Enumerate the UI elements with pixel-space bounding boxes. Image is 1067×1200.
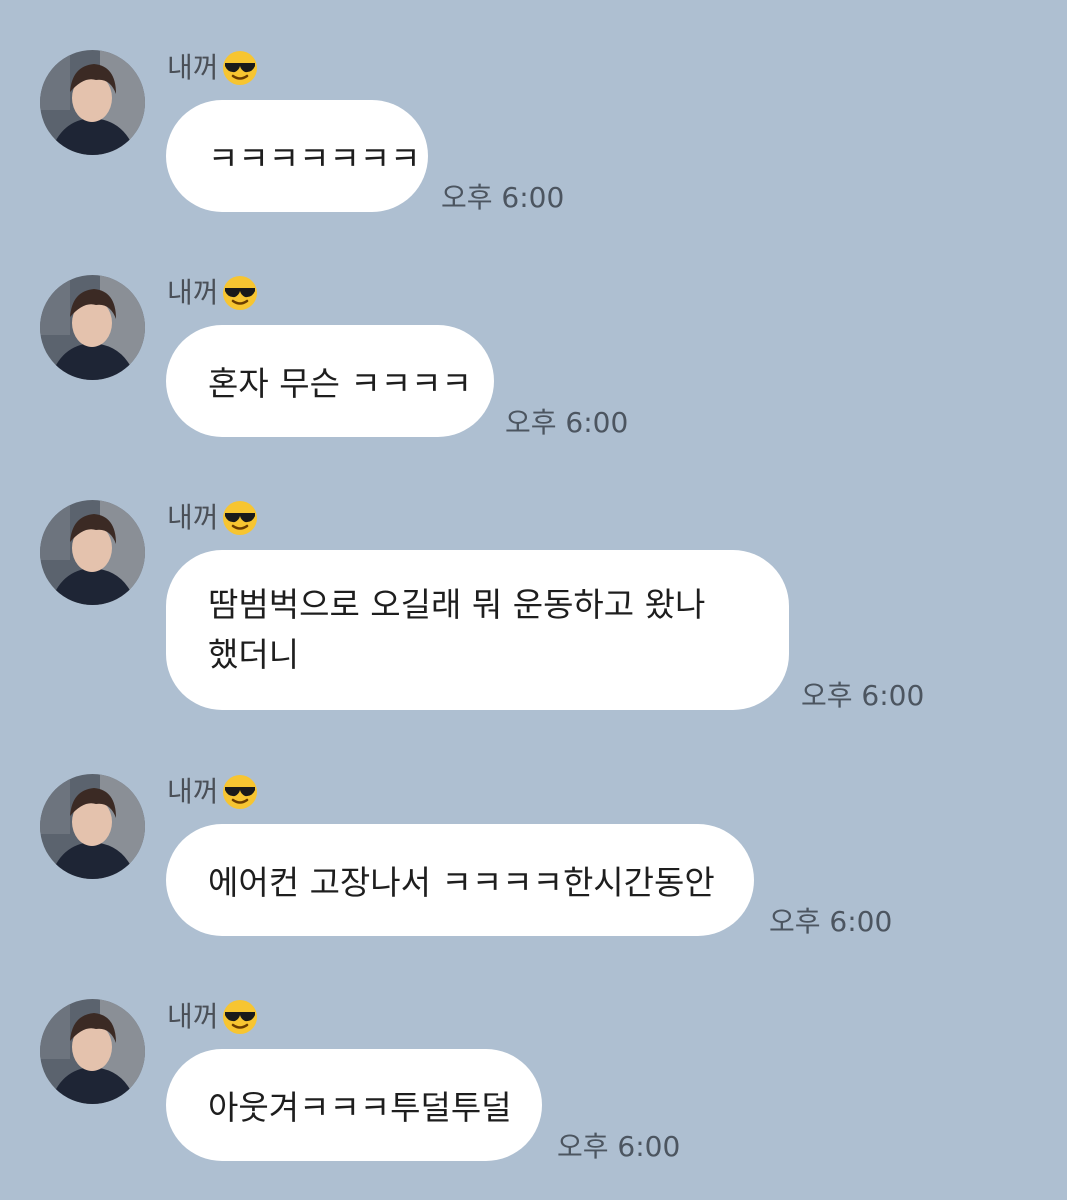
sunglasses-emoji-icon: [221, 773, 259, 811]
message-timestamp: 오후 6:00: [801, 679, 925, 712]
message-timestamp: 오후 6:00: [505, 406, 629, 439]
message-timestamp: 오후 6:00: [769, 905, 893, 938]
sender-label: 내꺼: [167, 772, 259, 812]
sunglasses-emoji-icon: [221, 998, 259, 1036]
chat-room: 내꺼 ㅋㅋㅋㅋㅋㅋㅋ 오후 6:00 내꺼 혼자 무슨 ㅋㅋㅋㅋ 오후 6:00…: [0, 0, 1067, 1200]
sender-name: 내꺼: [167, 276, 219, 309]
sender-label: 내꺼: [167, 498, 259, 538]
sender-label: 내꺼: [167, 48, 259, 88]
message-bubble[interactable]: ㅋㅋㅋㅋㅋㅋㅋ: [166, 100, 428, 212]
sender-name: 내꺼: [167, 1000, 219, 1033]
message-bubble[interactable]: 에어컨 고장나서 ㅋㅋㅋㅋ한시간동안: [166, 824, 754, 936]
sender-label: 내꺼: [167, 997, 259, 1037]
sunglasses-emoji-icon: [221, 499, 259, 537]
avatar[interactable]: [40, 999, 145, 1104]
avatar[interactable]: [40, 774, 145, 879]
message-timestamp: 오후 6:00: [441, 181, 565, 214]
avatar[interactable]: [40, 275, 145, 380]
sender-name: 내꺼: [167, 775, 219, 808]
message-bubble[interactable]: 아웃겨ㅋㅋㅋ투덜투덜: [166, 1049, 542, 1161]
message-bubble[interactable]: 땀범벅으로 오길래 뭐 운동하고 왔나 했더니: [166, 550, 789, 710]
sender-label: 내꺼: [167, 273, 259, 313]
avatar[interactable]: [40, 500, 145, 605]
sender-name: 내꺼: [167, 501, 219, 534]
avatar[interactable]: [40, 50, 145, 155]
message-bubble[interactable]: 혼자 무슨 ㅋㅋㅋㅋ: [166, 325, 494, 437]
message-timestamp: 오후 6:00: [557, 1130, 681, 1163]
sunglasses-emoji-icon: [221, 49, 259, 87]
sunglasses-emoji-icon: [221, 274, 259, 312]
sender-name: 내꺼: [167, 51, 219, 84]
